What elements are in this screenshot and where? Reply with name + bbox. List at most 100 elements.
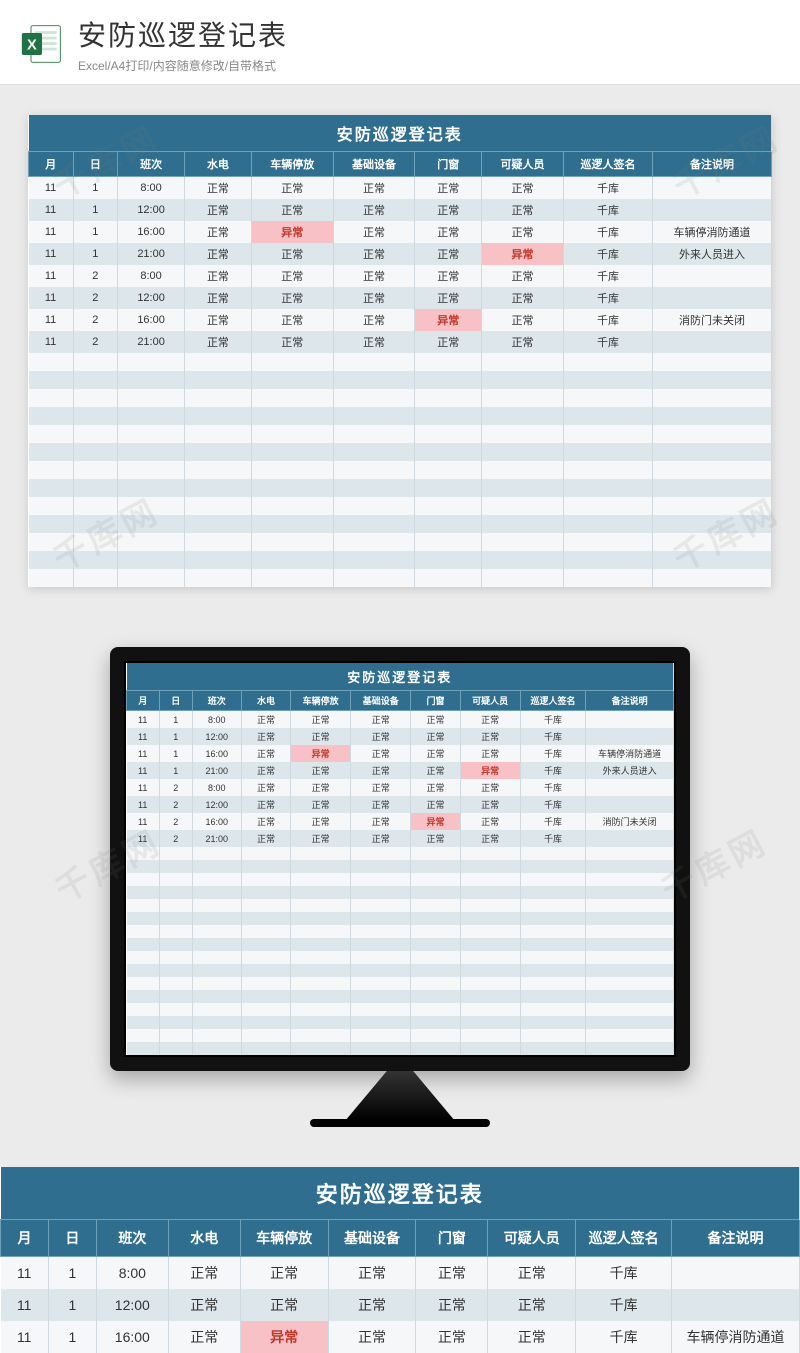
cell-suspect: 正常 bbox=[460, 779, 520, 796]
table-row-empty bbox=[127, 990, 674, 1003]
cell-equipment: 正常 bbox=[351, 830, 411, 847]
cell-day: 1 bbox=[159, 728, 192, 745]
cell-door: 正常 bbox=[411, 711, 460, 729]
cell-note bbox=[653, 287, 772, 309]
cell-note: 消防门未关闭 bbox=[653, 309, 772, 331]
column-header: 班次 bbox=[192, 691, 241, 711]
column-header: 基础设备 bbox=[333, 152, 415, 177]
table-row: 11116:00正常异常正常正常正常千库车辆停消防通道 bbox=[1, 1321, 800, 1353]
cell-month: 11 bbox=[29, 287, 74, 309]
table-row-empty bbox=[29, 551, 772, 569]
column-header: 备注说明 bbox=[672, 1220, 800, 1257]
column-header: 门窗 bbox=[416, 1220, 488, 1257]
table-row: 11212:00正常正常正常正常正常千库 bbox=[127, 796, 674, 813]
cell-suspect: 异常 bbox=[482, 243, 564, 265]
cell-door: 正常 bbox=[411, 779, 460, 796]
table-row-empty bbox=[127, 873, 674, 886]
cell-day: 1 bbox=[73, 199, 118, 221]
cell-note bbox=[586, 779, 674, 796]
cell-shift: 16:00 bbox=[192, 745, 241, 762]
cell-door: 正常 bbox=[411, 745, 460, 762]
column-header: 水电 bbox=[185, 152, 252, 177]
cell-suspect: 正常 bbox=[460, 745, 520, 762]
cell-sign: 千库 bbox=[520, 796, 586, 813]
cell-shift: 8:00 bbox=[192, 711, 241, 729]
column-header: 巡逻人签名 bbox=[576, 1220, 672, 1257]
table-row-empty bbox=[127, 925, 674, 938]
cell-vehicle: 正常 bbox=[251, 287, 333, 309]
patrol-table-main: 安防巡逻登记表月日班次水电车辆停放基础设备门窗可疑人员巡逻人签名备注说明1118… bbox=[28, 115, 772, 587]
table-row: 11216:00正常正常正常异常正常千库消防门未关闭 bbox=[29, 309, 772, 331]
table-row-empty bbox=[127, 1016, 674, 1029]
cell-equipment: 正常 bbox=[351, 745, 411, 762]
column-header: 班次 bbox=[96, 1220, 168, 1257]
cell-door: 正常 bbox=[411, 762, 460, 779]
cell-door: 正常 bbox=[416, 1321, 488, 1353]
cell-shift: 16:00 bbox=[118, 309, 185, 331]
cell-sign: 千库 bbox=[563, 309, 652, 331]
cell-equipment: 正常 bbox=[333, 309, 415, 331]
cell-equipment: 正常 bbox=[333, 331, 415, 353]
cell-month: 11 bbox=[127, 813, 160, 830]
cell-month: 11 bbox=[127, 779, 160, 796]
table-row-empty bbox=[127, 860, 674, 873]
cell-sign: 千库 bbox=[563, 221, 652, 243]
table-row: 11116:00正常异常正常正常正常千库车辆停消防通道 bbox=[127, 745, 674, 762]
cell-vehicle: 正常 bbox=[291, 779, 351, 796]
cell-shift: 21:00 bbox=[192, 762, 241, 779]
cell-suspect: 正常 bbox=[482, 265, 564, 287]
table-row-empty bbox=[29, 443, 772, 461]
column-header: 水电 bbox=[168, 1220, 240, 1257]
column-header: 巡逻人签名 bbox=[563, 152, 652, 177]
column-header: 月 bbox=[1, 1220, 49, 1257]
column-header: 车辆停放 bbox=[251, 152, 333, 177]
cell-day: 2 bbox=[159, 796, 192, 813]
cell-day: 1 bbox=[73, 221, 118, 243]
cell-day: 1 bbox=[73, 177, 118, 200]
cell-water: 正常 bbox=[185, 309, 252, 331]
column-header: 水电 bbox=[241, 691, 290, 711]
cell-shift: 16:00 bbox=[192, 813, 241, 830]
column-header: 班次 bbox=[118, 152, 185, 177]
table-title: 安防巡逻登记表 bbox=[29, 115, 772, 152]
table-row-empty bbox=[127, 1029, 674, 1042]
cell-sign: 千库 bbox=[520, 745, 586, 762]
cell-water: 正常 bbox=[168, 1289, 240, 1321]
cell-month: 11 bbox=[127, 745, 160, 762]
table-row-empty bbox=[127, 1003, 674, 1016]
cell-note bbox=[586, 830, 674, 847]
cell-month: 11 bbox=[1, 1257, 49, 1290]
cell-sign: 千库 bbox=[563, 243, 652, 265]
column-header: 月 bbox=[127, 691, 160, 711]
table-row-empty bbox=[127, 977, 674, 990]
svg-text:X: X bbox=[27, 38, 37, 54]
cell-note: 车辆停消防通道 bbox=[672, 1321, 800, 1353]
cell-sign: 千库 bbox=[520, 779, 586, 796]
cell-suspect: 正常 bbox=[460, 796, 520, 813]
cell-suspect: 异常 bbox=[460, 762, 520, 779]
cell-door: 正常 bbox=[416, 1289, 488, 1321]
cell-note bbox=[653, 331, 772, 353]
cell-shift: 12:00 bbox=[118, 287, 185, 309]
cell-note bbox=[653, 199, 772, 221]
cell-vehicle: 异常 bbox=[251, 221, 333, 243]
column-header: 车辆停放 bbox=[240, 1220, 328, 1257]
cell-note: 车辆停消防通道 bbox=[653, 221, 772, 243]
column-header: 门窗 bbox=[411, 691, 460, 711]
cell-note bbox=[586, 796, 674, 813]
cell-suspect: 正常 bbox=[482, 309, 564, 331]
table-row: 11221:00正常正常正常正常正常千库 bbox=[29, 331, 772, 353]
cell-equipment: 正常 bbox=[328, 1321, 416, 1353]
table-row: 11221:00正常正常正常正常正常千库 bbox=[127, 830, 674, 847]
cell-day: 2 bbox=[159, 813, 192, 830]
cell-month: 11 bbox=[1, 1321, 49, 1353]
table-row-empty bbox=[29, 461, 772, 479]
cell-vehicle: 正常 bbox=[291, 711, 351, 729]
table-row-empty bbox=[29, 425, 772, 443]
table-row-empty bbox=[29, 497, 772, 515]
cell-door: 正常 bbox=[416, 1257, 488, 1290]
cell-month: 11 bbox=[29, 265, 74, 287]
cell-month: 11 bbox=[127, 711, 160, 729]
cell-shift: 8:00 bbox=[96, 1257, 168, 1290]
patrol-table-monitor: 安防巡逻登记表月日班次水电车辆停放基础设备门窗可疑人员巡逻人签名备注说明1118… bbox=[126, 663, 674, 1055]
